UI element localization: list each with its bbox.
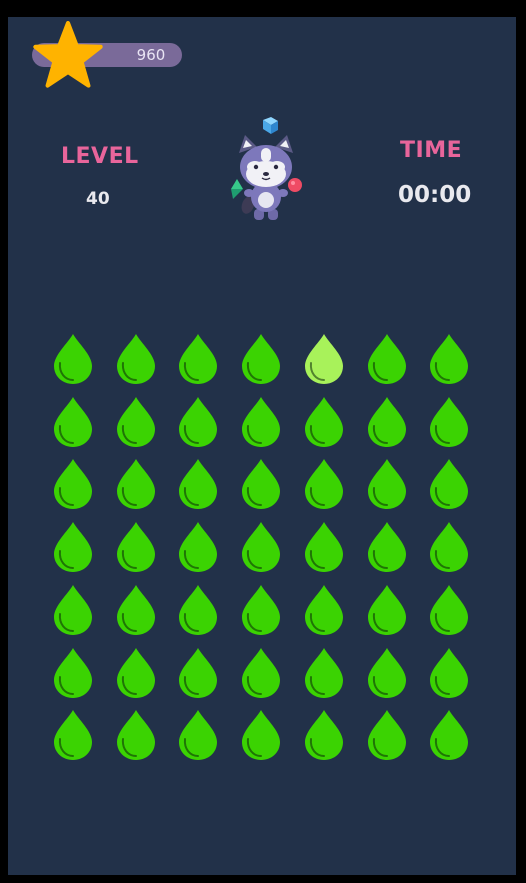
water-drop-icon[interactable] [115, 647, 157, 699]
water-drop-icon[interactable] [366, 647, 408, 699]
water-drop-icon[interactable] [428, 458, 470, 510]
water-drop-icon[interactable] [240, 521, 282, 573]
star-icon [33, 21, 103, 88]
water-drop-icon[interactable] [428, 396, 470, 448]
water-drop-icon[interactable] [115, 521, 157, 573]
water-drop-icon[interactable] [177, 458, 219, 510]
time-value: 00:00 [398, 182, 472, 208]
water-drop-icon[interactable] [303, 647, 345, 699]
water-drop-icon[interactable] [303, 333, 345, 385]
raccoon-mascot-icon [231, 117, 302, 220]
water-drop-icon[interactable] [303, 396, 345, 448]
drop-grid [52, 333, 492, 763]
water-drop-icon[interactable] [428, 584, 470, 636]
water-drop-icon[interactable] [115, 709, 157, 761]
water-drop-icon[interactable] [428, 521, 470, 573]
water-drop-icon[interactable] [177, 333, 219, 385]
water-drop-icon[interactable] [240, 396, 282, 448]
water-drop-icon[interactable] [240, 458, 282, 510]
water-drop-icon[interactable] [428, 647, 470, 699]
water-drop-icon[interactable] [52, 709, 94, 761]
water-drop-icon[interactable] [52, 584, 94, 636]
water-drop-icon[interactable] [303, 521, 345, 573]
water-drop-icon[interactable] [428, 333, 470, 385]
water-drop-icon[interactable] [366, 521, 408, 573]
water-drop-icon[interactable] [177, 709, 219, 761]
water-drop-icon[interactable] [52, 521, 94, 573]
level-label: LEVEL [61, 144, 139, 169]
level-value: 40 [86, 189, 110, 209]
water-drop-icon[interactable] [52, 647, 94, 699]
water-drop-icon[interactable] [115, 396, 157, 448]
water-drop-icon[interactable] [366, 709, 408, 761]
water-drop-icon[interactable] [366, 333, 408, 385]
water-drop-icon[interactable] [177, 396, 219, 448]
water-drop-icon[interactable] [52, 458, 94, 510]
water-drop-icon[interactable] [240, 584, 282, 636]
score-value: 960 [136, 46, 166, 64]
water-drop-icon[interactable] [52, 396, 94, 448]
water-drop-icon[interactable] [240, 333, 282, 385]
water-drop-icon[interactable] [366, 458, 408, 510]
water-drop-icon[interactable] [177, 584, 219, 636]
water-drop-icon[interactable] [177, 521, 219, 573]
water-drop-icon[interactable] [115, 333, 157, 385]
water-drop-icon[interactable] [240, 647, 282, 699]
water-drop-icon[interactable] [366, 396, 408, 448]
water-drop-icon[interactable] [115, 584, 157, 636]
water-drop-icon[interactable] [177, 647, 219, 699]
time-label: TIME [400, 138, 463, 163]
water-drop-icon[interactable] [303, 458, 345, 510]
water-drop-icon[interactable] [240, 709, 282, 761]
water-drop-icon[interactable] [303, 709, 345, 761]
water-drop-icon[interactable] [115, 458, 157, 510]
game-board: 960 LEVEL 40 TIME 00:00 [8, 17, 516, 875]
water-drop-icon[interactable] [366, 584, 408, 636]
water-drop-icon[interactable] [303, 584, 345, 636]
water-drop-icon[interactable] [52, 333, 94, 385]
water-drop-icon[interactable] [428, 709, 470, 761]
